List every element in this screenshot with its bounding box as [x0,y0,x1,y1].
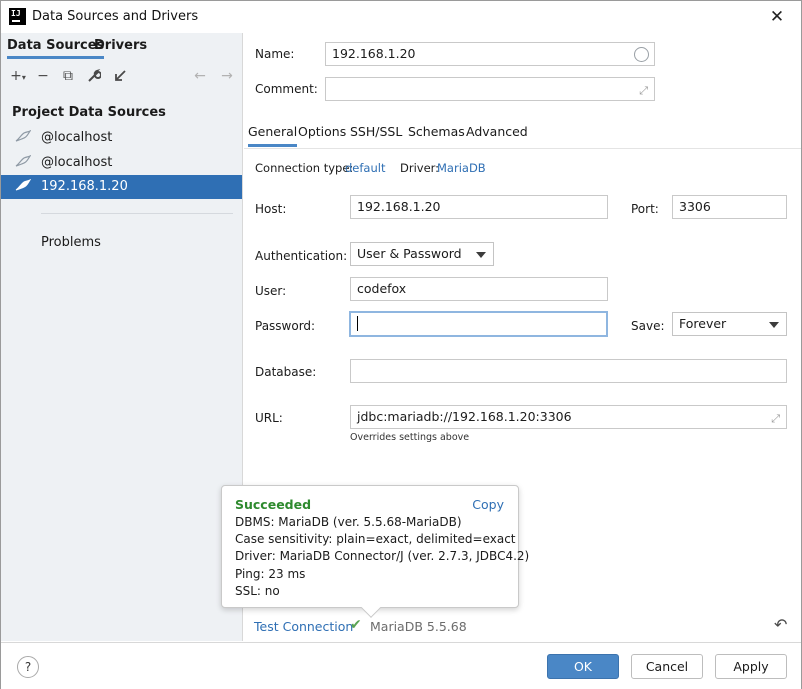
driver-label: Driver: [400,161,440,175]
authentication-value: User & Password [357,246,462,261]
chevron-down-icon [769,322,779,328]
test-connection-link[interactable]: Test Connection [254,619,353,634]
user-label: User: [255,284,287,298]
data-source-label: @localhost [41,130,113,145]
url-input[interactable]: jdbc:mariadb://192.168.1.20:3306 ⤢ [350,405,787,429]
left-panel: Data Sources Drivers +▾ − ⧉ ← → Project … [1,33,243,641]
title-bar: IJ Data Sources and Drivers ✕ [1,1,801,33]
revert-icon[interactable]: ↶ [774,615,787,634]
expand-icon[interactable]: ⤢ [771,408,780,430]
save-value: Forever [679,316,727,331]
dialog-footer: ? OK Cancel Apply [1,642,801,689]
left-tabs: Data Sources Drivers [1,33,243,59]
mariadb-seal-icon [15,178,32,193]
cancel-button[interactable]: Cancel [631,654,703,679]
driver-link[interactable]: MariaDB [437,161,486,175]
password-input[interactable] [349,311,608,337]
duplicate-icon[interactable]: ⧉ [59,65,77,87]
name-input[interactable]: 192.168.1.20 [325,42,655,66]
intellij-logo-icon: IJ [9,8,26,25]
back-arrow-icon[interactable]: ← [191,65,209,87]
add-icon[interactable]: +▾ [9,65,27,87]
chevron-down-icon [476,252,486,258]
project-data-sources-heading: Project Data Sources [12,105,166,120]
database-input[interactable] [350,359,787,383]
help-button[interactable]: ? [17,656,39,678]
popup-title: Succeeded [235,497,312,512]
app-icon-text: IJ [11,9,21,18]
close-icon[interactable]: ✕ [766,6,788,28]
server-version: MariaDB 5.5.68 [370,619,467,634]
popup-line: Case sensitivity: plain=exact, delimited… [235,532,516,546]
text-caret [357,316,358,331]
popup-line: SSL: no [235,584,280,598]
wrench-icon[interactable] [85,65,103,87]
tab-ssh-ssl[interactable]: SSH/SSL [350,124,402,139]
checkmark-icon: ✔ [350,617,362,633]
tab-schemas[interactable]: Schemas [408,124,465,139]
popup-line: DBMS: MariaDB (ver. 5.5.68-MariaDB) [235,515,462,529]
problems-item[interactable]: Problems [41,235,101,250]
connection-type-link[interactable]: default [345,161,385,175]
mariadb-seal-icon [15,129,32,144]
settings-tabs: General Options SSH/SSL Schemas Advanced [244,121,801,149]
ok-button[interactable]: OK [547,654,619,679]
remove-icon[interactable]: − [34,65,52,87]
mariadb-seal-icon [15,154,32,169]
comment-label: Comment: [255,82,318,96]
popup-line: Driver: MariaDB Connector/J (ver. 2.7.3,… [235,549,530,563]
name-label: Name: [255,47,295,61]
color-circle-icon[interactable] [634,47,649,62]
import-icon[interactable] [111,65,129,87]
connection-type-label: Connection type: [255,161,354,175]
data-source-label: @localhost [41,155,113,170]
port-label: Port: [631,202,659,216]
tab-data-sources[interactable]: Data Sources [7,38,105,59]
port-input[interactable]: 3306 [672,195,787,219]
comment-input[interactable]: ⤢ [325,77,655,101]
save-label: Save: [631,319,665,333]
expand-icon[interactable]: ⤢ [639,80,648,102]
tab-advanced[interactable]: Advanced [466,124,528,139]
authentication-select[interactable]: User & Password [350,242,494,266]
database-label: Database: [255,365,317,379]
divider [41,213,233,214]
tab-options[interactable]: Options [298,124,346,139]
tab-general[interactable]: General [248,124,298,147]
data-source-label: 192.168.1.20 [41,179,128,194]
host-input[interactable]: 192.168.1.20 [350,195,608,219]
url-value: jdbc:mariadb://192.168.1.20:3306 [357,409,572,424]
left-toolbar: +▾ − ⧉ ← → [1,65,243,91]
user-input[interactable]: codefox [350,277,608,301]
dialog-window: IJ Data Sources and Drivers ✕ Data Sourc… [0,0,802,689]
save-select[interactable]: Forever [672,312,787,336]
data-source-item-selected[interactable]: 192.168.1.20 [1,175,242,199]
password-label: Password: [255,319,316,333]
name-value: 192.168.1.20 [332,46,416,61]
window-title: Data Sources and Drivers [32,9,199,24]
copy-link[interactable]: Copy [472,497,504,512]
authentication-label: Authentication: [255,249,348,263]
popup-line: Ping: 23 ms [235,567,306,581]
data-source-item[interactable]: @localhost [1,151,242,175]
apply-button[interactable]: Apply [715,654,787,679]
data-source-item[interactable]: @localhost [1,126,242,150]
forward-arrow-icon[interactable]: → [218,65,236,87]
url-note: Overrides settings above [350,432,470,443]
tab-drivers[interactable]: Drivers [94,38,147,53]
url-label: URL: [255,411,283,425]
host-label: Host: [255,202,287,216]
connection-success-popup: Succeeded Copy DBMS: MariaDB (ver. 5.5.6… [221,485,529,618]
